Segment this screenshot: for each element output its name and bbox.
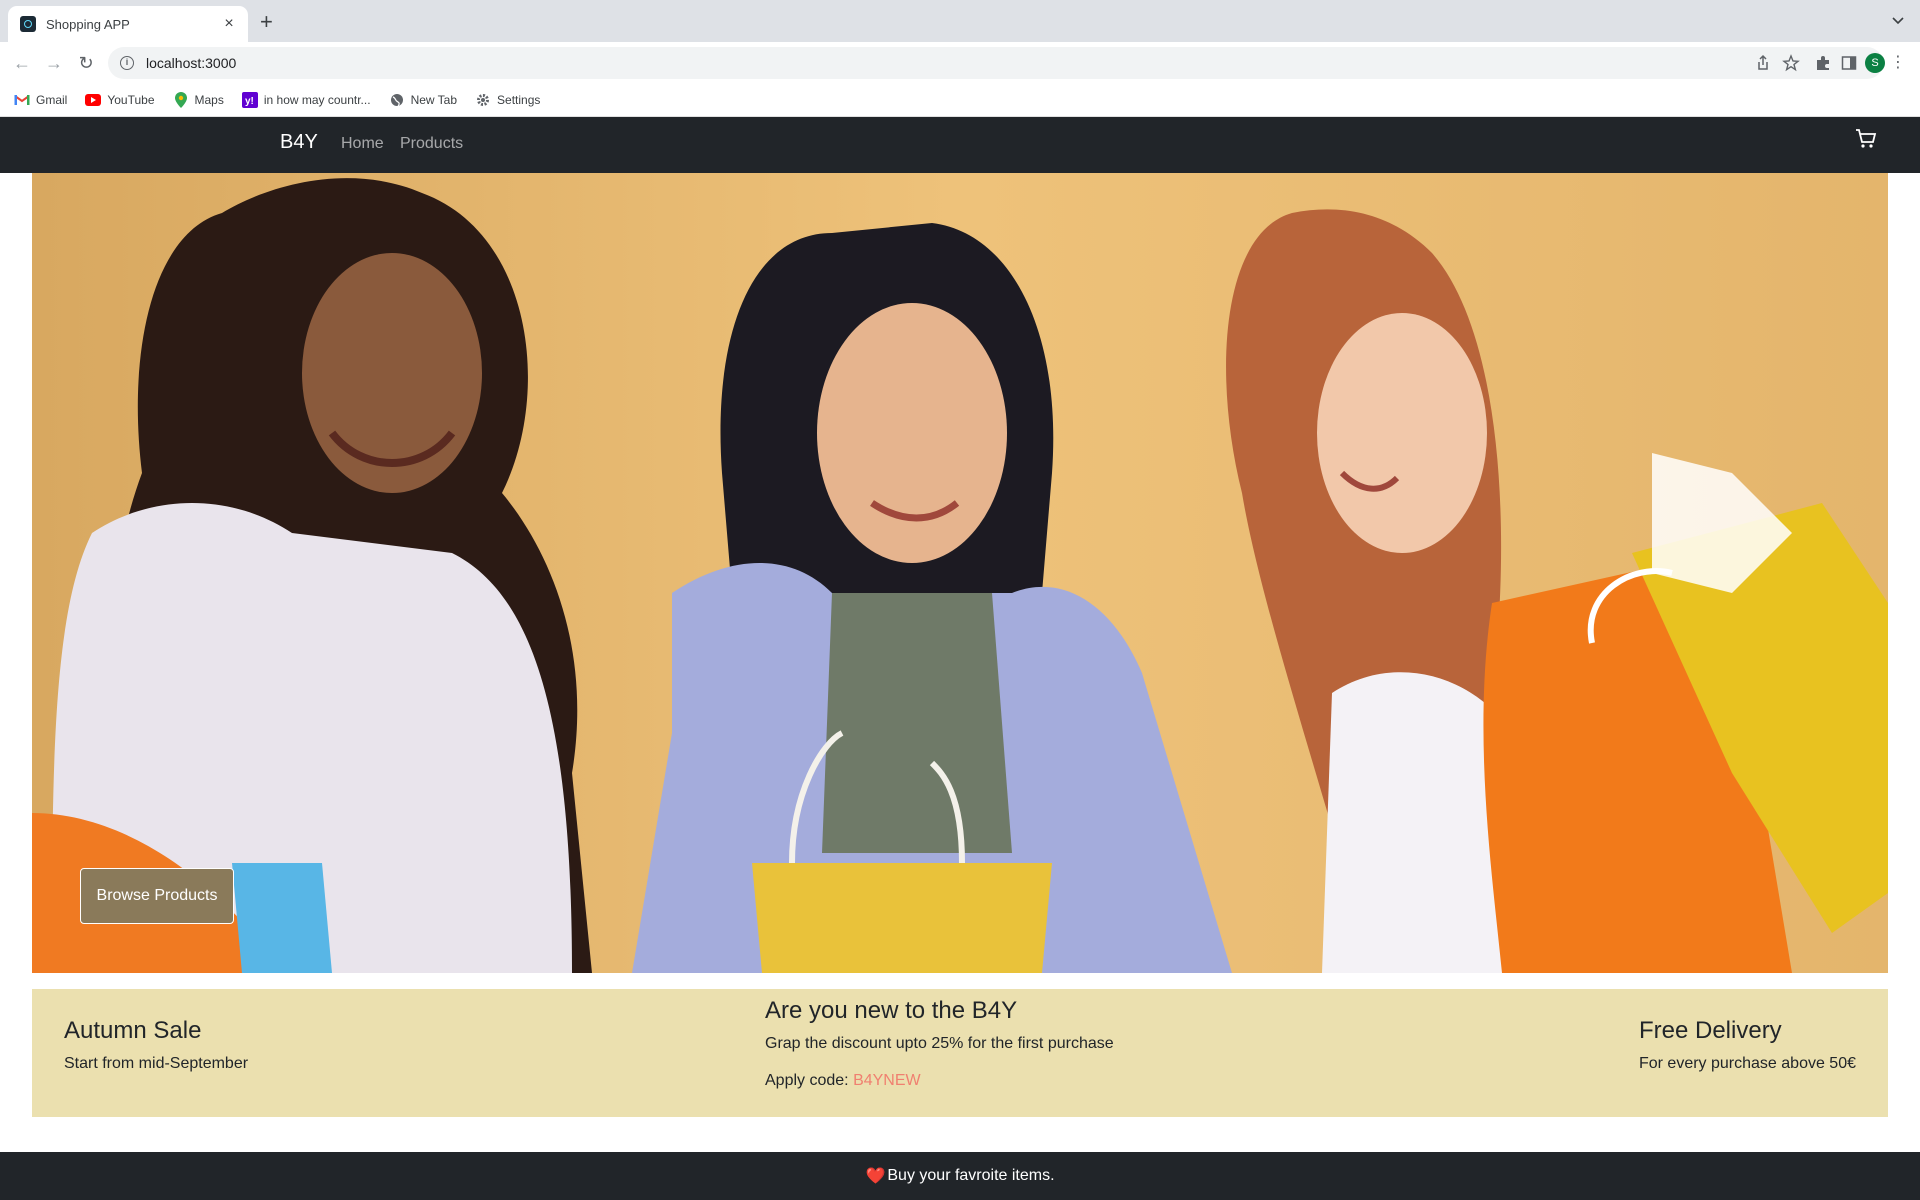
promo-autumn-sale: Autumn Sale Start from mid-September — [64, 1017, 248, 1073]
maps-icon — [173, 92, 189, 108]
heart-icon: ❤️ — [865, 1168, 886, 1185]
gear-icon — [475, 92, 491, 108]
nav-link-home[interactable]: Home — [341, 135, 384, 153]
tab-title: Shopping APP — [46, 16, 130, 32]
react-favicon-icon — [20, 16, 36, 32]
bookmark-settings[interactable]: Settings — [475, 92, 540, 108]
address-url: localhost:3000 — [146, 55, 237, 71]
hero-banner: Browse Products — [32, 173, 1888, 973]
bookmark-maps[interactable]: Maps — [173, 92, 224, 108]
tab-search-chevron-icon[interactable] — [1890, 12, 1906, 28]
promo-code-prefix: Apply code: — [765, 1072, 854, 1089]
bookmark-label: Settings — [497, 93, 541, 107]
promo-code: B4YNEW — [853, 1072, 921, 1089]
site-navbar: B4Y Home Products — [0, 117, 1920, 173]
promo-title: Are you new to the B4Y — [765, 997, 1018, 1024]
forward-arrow-icon[interactable]: → — [44, 53, 64, 73]
bookmark-gmail[interactable]: Gmail — [14, 92, 67, 108]
promo-text: For every purchase above 50€ — [1638, 1055, 1856, 1072]
bookmark-label: in how may countr... — [263, 93, 371, 107]
browser-tabstrip: Shopping APP × + — [0, 0, 1920, 42]
share-icon[interactable] — [1754, 54, 1772, 72]
footer-text: Buy your favroite items. — [887, 1167, 1055, 1184]
reload-icon[interactable]: ↻ — [76, 53, 96, 73]
address-bar[interactable]: i localhost:3000 — [108, 47, 1883, 79]
browser-menu-icon[interactable]: ⋮ — [1890, 54, 1906, 72]
bookmark-new-tab[interactable]: New Tab — [389, 92, 457, 108]
tab-close-icon[interactable]: × — [220, 15, 238, 33]
youtube-icon — [85, 92, 102, 108]
extensions-puzzle-icon[interactable] — [1814, 54, 1832, 72]
promo-code-line: Apply code: B4YNEW — [765, 1072, 1114, 1090]
bookmark-label: Gmail — [36, 93, 68, 107]
globe-icon — [389, 92, 405, 108]
profile-avatar[interactable]: S — [1865, 53, 1885, 73]
browse-products-button[interactable]: Browse Products — [80, 868, 234, 924]
svg-text:y!: y! — [245, 96, 254, 107]
bookmark-youtube[interactable]: YouTube — [85, 92, 155, 108]
brand-logo[interactable]: B4Y — [280, 131, 318, 154]
new-tab-icon[interactable]: + — [260, 11, 273, 33]
promo-text: Start from mid-September — [64, 1055, 249, 1072]
nav-link-products[interactable]: Products — [400, 135, 463, 153]
site-info-icon[interactable]: i — [120, 56, 134, 70]
promo-new-customer: Are you new to the B4Y Grap the discount… — [765, 997, 1114, 1090]
shopping-cart-icon[interactable] — [1854, 127, 1878, 151]
bookmarks-bar: Gmail YouTube Maps y! in how may countr.… — [0, 84, 1920, 117]
site-footer: ❤️ Buy your favroite items. — [0, 1152, 1920, 1200]
side-panel-icon[interactable] — [1840, 54, 1858, 72]
bookmark-label: New Tab — [410, 93, 458, 107]
gmail-icon — [14, 92, 30, 108]
bookmark-yahoo[interactable]: y! in how may countr... — [241, 92, 371, 108]
bookmark-label: YouTube — [107, 93, 155, 107]
hero-image-shopping-women — [32, 173, 1888, 973]
promo-title: Free Delivery — [1638, 1017, 1782, 1044]
browser-tab[interactable]: Shopping APP × — [8, 6, 248, 42]
bookmark-label: Maps — [194, 93, 224, 107]
back-arrow-icon[interactable]: ← — [12, 53, 32, 73]
promo-free-delivery: Free Delivery For every purchase above 5… — [1639, 1017, 1856, 1073]
promo-title: Autumn Sale — [64, 1017, 202, 1044]
browser-toolbar: ← → ↻ i localhost:3000 S ⋮ — [0, 42, 1920, 84]
promo-text: Grap the discount upto 25% for the first… — [765, 1035, 1114, 1052]
bookmark-star-icon[interactable] — [1782, 54, 1800, 72]
yahoo-icon: y! — [241, 92, 258, 108]
promo-strip: Autumn Sale Start from mid-September Are… — [32, 989, 1888, 1117]
